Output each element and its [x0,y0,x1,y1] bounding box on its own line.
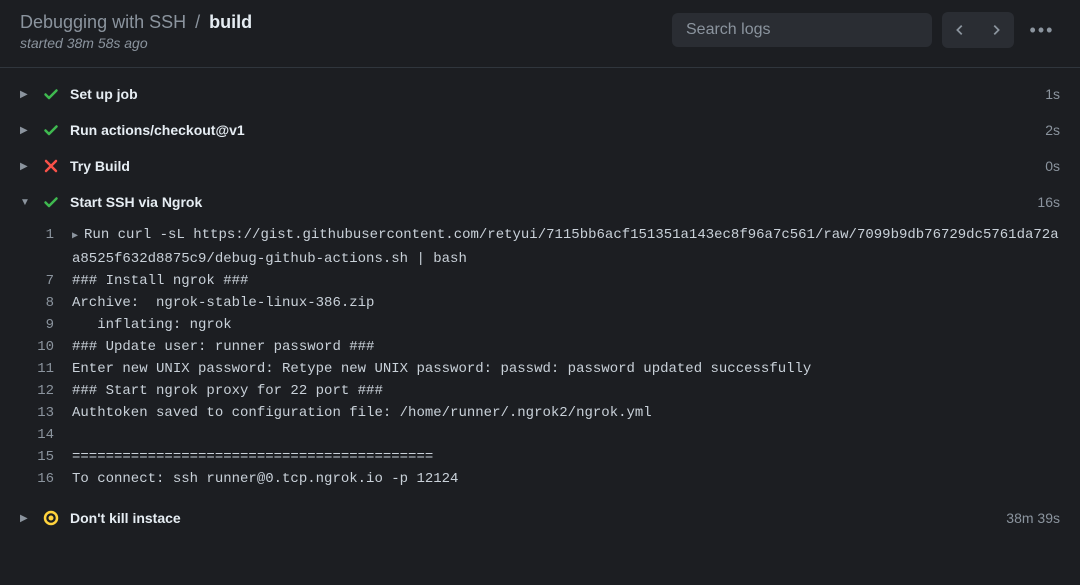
step-row[interactable]: ▼ Start SSH via Ngrok 16s [0,184,1080,220]
line-number: 10 [20,336,72,358]
log-line: 1 ▶Run curl -sL https://gist.githubuserc… [20,224,1060,270]
run-started-subtitle: started 38m 58s ago [20,35,252,51]
line-content: Authtoken saved to configuration file: /… [72,402,1060,424]
nav-prev-button[interactable] [942,12,978,48]
line-text: Run curl -sL https://gist.githubusercont… [72,227,1059,267]
header-left: Debugging with SSH / build started 38m 5… [20,12,252,51]
caret-right-icon: ▶ [20,89,32,100]
log-line: 15 =====================================… [20,446,1060,468]
line-number: 14 [20,424,72,446]
breadcrumb-parent[interactable]: Debugging with SSH [20,12,186,32]
line-content: inflating: ngrok [72,314,1060,336]
step-name: Run actions/checkout@v1 [70,122,1035,138]
caret-right-icon: ▶ [20,161,32,172]
kebab-icon: ••• [1030,20,1055,41]
line-content: ### Update user: runner password ### [72,336,1060,358]
log-line: 12 ### Start ngrok proxy for 22 port ### [20,380,1060,402]
step-name: Start SSH via Ngrok [70,194,1027,210]
step-time: 0s [1045,158,1060,174]
step-time: 2s [1045,122,1060,138]
line-content: ========================================… [72,446,1060,468]
line-number: 9 [20,314,72,336]
line-number: 7 [20,270,72,292]
step-row[interactable]: ▶ Try Build 0s [0,148,1080,184]
x-icon [42,158,60,174]
step-name: Set up job [70,86,1035,102]
breadcrumb-separator: / [195,12,200,32]
caret-right-icon[interactable]: ▶ [72,231,78,242]
more-options-button[interactable]: ••• [1024,12,1060,48]
chevron-right-icon [989,23,1003,37]
step-time: 1s [1045,86,1060,102]
nav-buttons-group [942,12,1014,48]
line-content: To connect: ssh runner@0.tcp.ngrok.io -p… [72,468,1060,490]
line-content: Enter new UNIX password: Retype new UNIX… [72,358,1060,380]
header: Debugging with SSH / build started 38m 5… [0,0,1080,68]
line-number: 12 [20,380,72,402]
step-row[interactable]: ▶ Run actions/checkout@v1 2s [0,112,1080,148]
line-content: ▶Run curl -sL https://gist.githubusercon… [72,224,1060,270]
step-name: Try Build [70,158,1035,174]
spinner-icon [42,510,60,526]
step-row[interactable]: ▶ Set up job 1s [0,76,1080,112]
step-name: Don't kill instace [70,510,996,526]
caret-right-icon: ▶ [20,513,32,524]
caret-right-icon: ▶ [20,125,32,136]
chevron-left-icon [953,23,967,37]
line-content: ### Start ngrok proxy for 22 port ### [72,380,1060,402]
check-icon [42,122,60,138]
step-row[interactable]: ▶ Don't kill instace 38m 39s [0,500,1080,536]
steps-list: ▶ Set up job 1s ▶ Run actions/checkout@v… [0,68,1080,544]
line-number: 11 [20,358,72,380]
nav-next-button[interactable] [978,12,1014,48]
line-number: 16 [20,468,72,490]
caret-down-icon: ▼ [20,197,32,208]
log-line: 10 ### Update user: runner password ### [20,336,1060,358]
line-content: ### Install ngrok ### [72,270,1060,292]
log-line: 9 inflating: ngrok [20,314,1060,336]
header-right: ••• [672,12,1060,48]
check-icon [42,194,60,210]
log-line: 13 Authtoken saved to configuration file… [20,402,1060,424]
step-time: 16s [1037,194,1060,210]
line-content: Archive: ngrok-stable-linux-386.zip [72,292,1060,314]
log-line: 14 [20,424,1060,446]
log-output: 1 ▶Run curl -sL https://gist.githubuserc… [0,220,1080,500]
line-number: 8 [20,292,72,314]
check-icon [42,86,60,102]
log-line: 16 To connect: ssh runner@0.tcp.ngrok.io… [20,468,1060,490]
search-logs-input[interactable] [672,13,932,47]
line-number: 13 [20,402,72,424]
step-time: 38m 39s [1006,510,1060,526]
log-line: 11 Enter new UNIX password: Retype new U… [20,358,1060,380]
breadcrumb: Debugging with SSH / build [20,12,252,33]
log-line: 7 ### Install ngrok ### [20,270,1060,292]
line-number: 1 [20,224,72,246]
line-number: 15 [20,446,72,468]
breadcrumb-current: build [209,12,252,32]
log-line: 8 Archive: ngrok-stable-linux-386.zip [20,292,1060,314]
